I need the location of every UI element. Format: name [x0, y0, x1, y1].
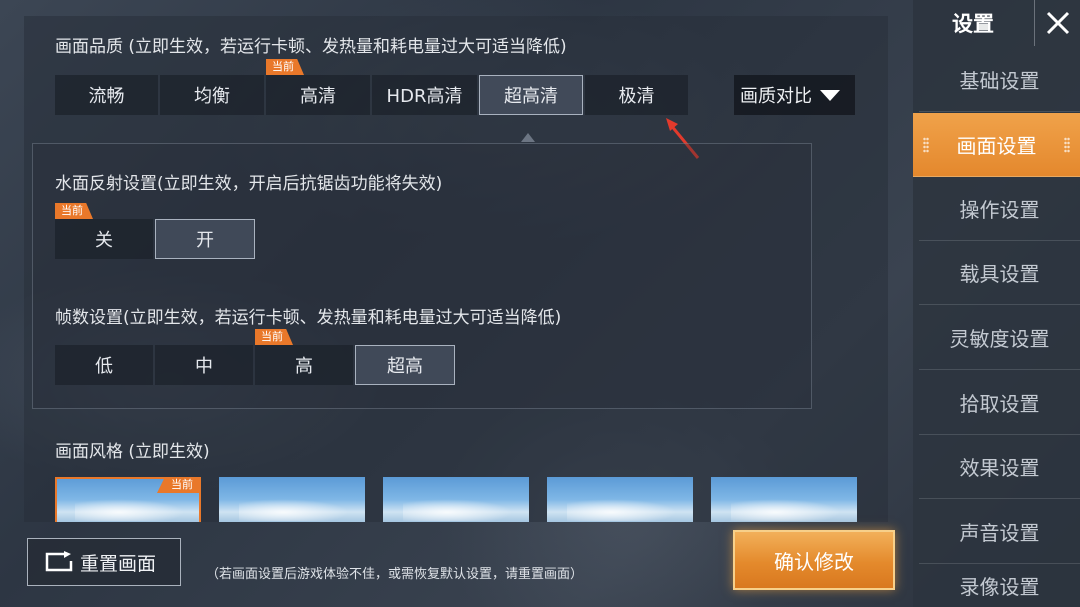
quality-label: 画面品质 (立即生效，若运行卡顿、发热量和耗电量过大可适当降低) — [55, 37, 567, 57]
sidebar-item-vehicle[interactable]: 载具设置 — [919, 241, 1080, 305]
fps-option-low[interactable]: 低 — [55, 345, 153, 385]
reset-icon — [45, 551, 73, 572]
reset-hint: （若画面设置后游戏体验不佳，或需恢复默认设置，请重置画面） — [206, 567, 584, 582]
settings-sidebar: 设置 基础设置 画面设置 操作设置 载具设置 灵敏度设置 拾取设置 效果设置 声… — [913, 0, 1080, 607]
style-thumbnail[interactable] — [547, 477, 693, 522]
sidebar-item-controls[interactable]: 操作设置 — [919, 177, 1080, 241]
style-thumbnail[interactable]: 当前 — [55, 477, 201, 522]
sidebar-item-audio[interactable]: 声音设置 — [919, 500, 1080, 564]
close-button[interactable] — [1034, 0, 1080, 46]
quality-option-balanced[interactable]: 均衡 — [160, 75, 264, 115]
confirm-button[interactable]: 确认修改 — [733, 530, 895, 590]
fps-label: 帧数设置(立即生效，若运行卡顿、发热量和耗电量过大可适当降低) — [55, 308, 562, 328]
current-badge: 当前 — [255, 329, 293, 345]
current-badge: 当前 — [157, 477, 201, 493]
quality-compare-dropdown[interactable]: 画质对比 — [734, 75, 855, 115]
quality-options: 流畅 均衡 当前 高清 HDR高清 超高清 极清 — [55, 59, 690, 115]
current-badge: 当前 — [266, 59, 304, 75]
graphics-settings-panel: 画面品质 (立即生效，若运行卡顿、发热量和耗电量过大可适当降低) 流畅 均衡 当… — [24, 16, 888, 522]
advanced-subpanel: 水面反射设置(立即生效，开启后抗锯齿功能将失效) 当前关 开 帧数设置(立即生效… — [32, 143, 812, 409]
style-label: 画面风格 (立即生效) — [55, 442, 210, 462]
water-reflection-off[interactable]: 当前关 — [55, 203, 153, 259]
sidebar-item-effects[interactable]: 效果设置 — [919, 435, 1080, 499]
water-reflection-label: 水面反射设置(立即生效，开启后抗锯齿功能将失效) — [55, 174, 443, 194]
quality-option-extreme[interactable]: 极清 — [585, 75, 688, 115]
fps-option-high[interactable]: 当前高 — [255, 329, 353, 385]
sidebar-item-sensitivity[interactable]: 灵敏度设置 — [919, 306, 1080, 370]
style-thumbnails: 当前 — [55, 477, 875, 522]
sidebar-item-pickup[interactable]: 拾取设置 — [919, 371, 1080, 435]
sidebar-item-graphics[interactable]: 画面设置 — [913, 113, 1080, 177]
quality-option-ultra-hd[interactable]: 超高清 — [479, 75, 583, 115]
quality-option-hdr[interactable]: HDR高清 — [372, 75, 477, 115]
quality-option-hd[interactable]: 当前 高清 — [266, 59, 370, 115]
water-reflection-options: 当前关 开 — [55, 203, 257, 259]
sidebar-item-basic[interactable]: 基础设置 — [919, 48, 1080, 112]
sidebar-title: 设置 — [952, 12, 994, 36]
current-badge: 当前 — [55, 203, 93, 219]
reset-graphics-button[interactable]: 重置画面 — [27, 538, 181, 586]
sidebar-header: 设置 — [913, 0, 1080, 46]
chevron-down-icon — [820, 89, 840, 101]
sidebar-item-recording[interactable]: 录像设置 — [919, 564, 1080, 607]
style-thumbnail[interactable] — [383, 477, 529, 522]
fps-option-ultra[interactable]: 超高 — [355, 345, 455, 385]
fps-option-medium[interactable]: 中 — [155, 345, 253, 385]
style-thumbnail[interactable] — [219, 477, 365, 522]
style-thumbnail[interactable] — [711, 477, 857, 522]
fps-options: 低 中 当前高 超高 — [55, 329, 457, 385]
selection-pointer — [521, 133, 535, 142]
quality-option-smooth[interactable]: 流畅 — [55, 75, 158, 115]
water-reflection-on[interactable]: 开 — [155, 219, 255, 259]
close-icon — [1046, 11, 1069, 35]
